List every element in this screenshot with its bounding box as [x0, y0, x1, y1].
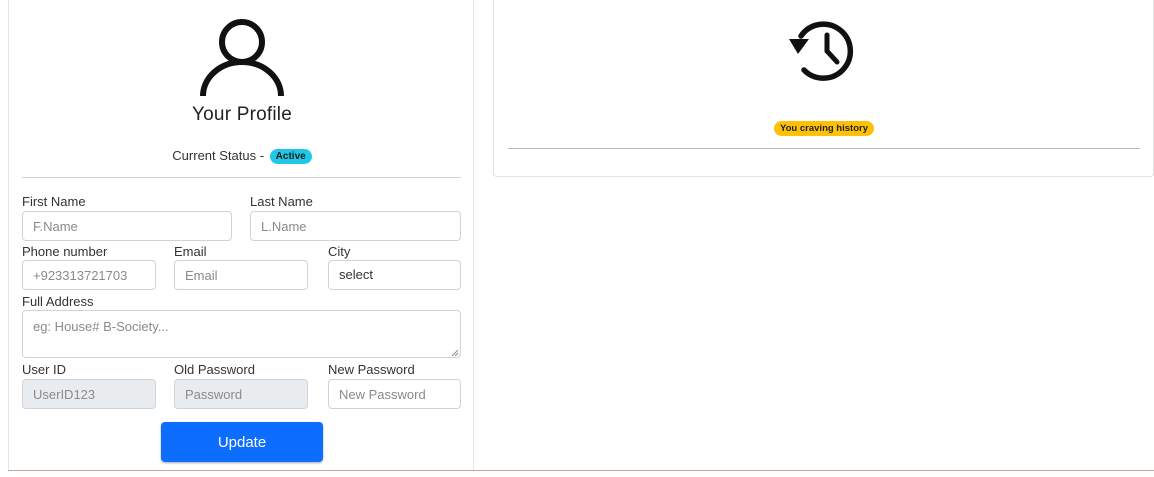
- address-label: Full Address: [22, 294, 94, 309]
- old-password-input: [174, 379, 308, 409]
- divider: [508, 148, 1140, 149]
- status-label: Current Status -: [172, 148, 268, 163]
- current-status: Current Status - Active: [9, 148, 475, 164]
- address-textarea[interactable]: [22, 310, 461, 358]
- email-input[interactable]: [174, 260, 308, 290]
- phone-input[interactable]: [22, 260, 156, 290]
- new-password-label: New Password: [328, 362, 415, 377]
- first-name-input[interactable]: [22, 211, 232, 241]
- city-label: City: [328, 244, 351, 259]
- email-label: Email: [174, 244, 207, 259]
- user-icon: [200, 19, 284, 97]
- history-card: You craving history: [493, 0, 1154, 177]
- history-badge: You craving history: [774, 121, 874, 136]
- phone-label: Phone number: [22, 244, 108, 259]
- last-name-label: Last Name: [250, 194, 313, 209]
- history-icon: [789, 21, 854, 81]
- profile-panel: Your Profile Current Status - Active Fir…: [8, 0, 474, 470]
- update-button[interactable]: Update: [161, 422, 323, 462]
- status-badge: Active: [269, 149, 312, 164]
- footer-divider: [8, 470, 1154, 471]
- resize-handle-icon[interactable]: [451, 349, 459, 357]
- last-name-input[interactable]: [250, 211, 461, 241]
- user-id-input: [22, 379, 156, 409]
- divider: [22, 177, 461, 178]
- old-password-label: Old Password: [174, 362, 255, 377]
- page-title: Your Profile: [192, 104, 292, 125]
- first-name-label: First Name: [22, 194, 86, 209]
- new-password-input[interactable]: [328, 379, 461, 409]
- city-select[interactable]: select: [328, 260, 461, 290]
- user-id-label: User ID: [22, 362, 67, 377]
